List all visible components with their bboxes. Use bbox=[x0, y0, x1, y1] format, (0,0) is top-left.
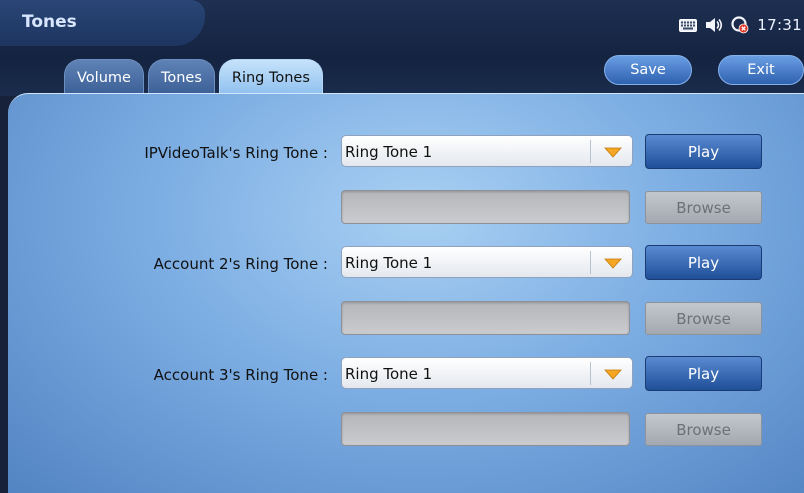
select-value: Ring Tone 1 bbox=[345, 143, 433, 161]
tab-bar: Volume Tones Ring Tones bbox=[64, 59, 323, 96]
network-alert-icon[interactable] bbox=[731, 16, 749, 34]
account-3-ring-tone-label: Account 3's Ring Tone : bbox=[153, 366, 328, 384]
top-bar: Tones 17:31 Volume Tones Ring Tones Save… bbox=[0, 0, 804, 96]
ipvideotalk-browse-button[interactable]: Browse bbox=[645, 191, 762, 224]
account-3-ring-tone-select[interactable]: Ring Tone 1 bbox=[341, 357, 633, 389]
account-2-ring-tone-label: Account 2's Ring Tone : bbox=[153, 255, 328, 273]
select-divider bbox=[590, 251, 591, 274]
account-2-browse-button[interactable]: Browse bbox=[645, 302, 762, 335]
save-button[interactable]: Save bbox=[604, 55, 692, 85]
account-3-play-button[interactable]: Play bbox=[645, 356, 762, 391]
clock: 17:31 bbox=[757, 16, 802, 34]
account-3-ring-tone-path-field[interactable] bbox=[341, 412, 630, 446]
status-bar: 17:31 bbox=[679, 16, 804, 34]
title-tab: Tones bbox=[0, 0, 205, 46]
ipvideotalk-ring-tone-label: IPVideoTalk's Ring Tone : bbox=[144, 144, 328, 162]
ring-tones-panel: IPVideoTalk's Ring Tone : Ring Tone 1 Pl… bbox=[8, 93, 804, 493]
select-divider bbox=[590, 140, 591, 163]
select-value: Ring Tone 1 bbox=[345, 254, 433, 272]
account-3-browse-button[interactable]: Browse bbox=[645, 413, 762, 446]
page-title: Tones bbox=[22, 12, 77, 32]
ipvideotalk-ring-tone-select[interactable]: Ring Tone 1 bbox=[341, 135, 633, 167]
keyboard-icon[interactable] bbox=[679, 18, 698, 32]
select-divider bbox=[590, 362, 591, 385]
tab-ring-tones[interactable]: Ring Tones bbox=[218, 59, 323, 96]
ipvideotalk-ring-tone-path-field[interactable] bbox=[341, 190, 630, 224]
account-2-ring-tone-path-field[interactable] bbox=[341, 301, 630, 335]
dropdown-arrow-icon[interactable] bbox=[604, 369, 622, 380]
tab-tones[interactable]: Tones bbox=[147, 59, 215, 96]
account-2-play-button[interactable]: Play bbox=[645, 245, 762, 280]
exit-button[interactable]: Exit bbox=[718, 55, 804, 85]
select-value: Ring Tone 1 bbox=[345, 365, 433, 383]
ipvideotalk-play-button[interactable]: Play bbox=[645, 134, 762, 169]
account-2-ring-tone-select[interactable]: Ring Tone 1 bbox=[341, 246, 633, 278]
tab-volume[interactable]: Volume bbox=[64, 59, 144, 96]
dropdown-arrow-icon[interactable] bbox=[604, 258, 622, 269]
speaker-icon[interactable] bbox=[705, 17, 723, 33]
dropdown-arrow-icon[interactable] bbox=[604, 147, 622, 158]
